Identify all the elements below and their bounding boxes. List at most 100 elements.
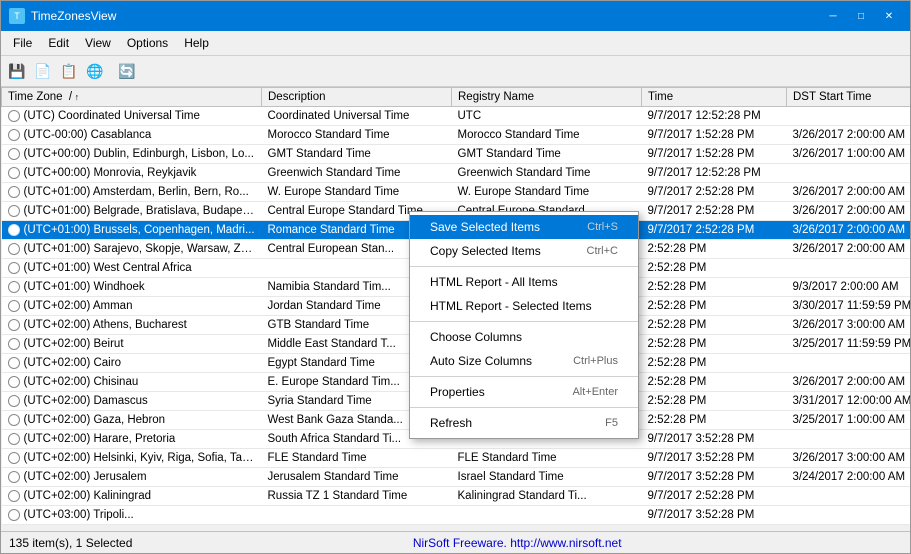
tz-clock-icon xyxy=(8,129,20,141)
context-menu-item[interactable]: Copy Selected Items Ctrl+C xyxy=(410,239,638,263)
maximize-button[interactable]: □ xyxy=(848,7,874,25)
cell-dst: 3/25/2017 11:59:59 PM xyxy=(787,335,911,354)
cell-reg: Morocco Standard Time xyxy=(452,126,642,145)
tz-clock-icon xyxy=(8,509,20,521)
cell-tz: (UTC+01:00) Brussels, Copenhagen, Madri.… xyxy=(2,221,262,240)
cell-dst: 3/26/2017 2:00:00 AM xyxy=(787,183,911,202)
col-header-time[interactable]: Time xyxy=(642,88,787,107)
col-header-tz[interactable]: Time Zone / xyxy=(2,88,262,107)
cell-dst: 3/26/2017 2:00:00 AM xyxy=(787,126,911,145)
table-row[interactable]: (UTC+01:00) Amsterdam, Berlin, Bern, Ro.… xyxy=(2,183,911,202)
cell-time: 2:52:28 PM xyxy=(642,373,787,392)
context-menu-item[interactable]: Auto Size ColumnsCtrl+Plus xyxy=(410,349,638,373)
cell-tz: (UTC+02:00) Amman xyxy=(2,297,262,316)
col-header-desc[interactable]: Description xyxy=(262,88,452,107)
close-button[interactable]: ✕ xyxy=(876,7,902,25)
cell-tz: (UTC+02:00) Gaza, Hebron xyxy=(2,411,262,430)
toolbar: 💾 📄 📋 🌐 🔄 xyxy=(1,56,910,87)
toolbar-save[interactable]: 💾 xyxy=(5,59,29,83)
cell-tz: (UTC+03:00) Tripoli... xyxy=(2,506,262,525)
tz-clock-icon xyxy=(8,490,20,502)
cell-tz: (UTC+02:00) Helsinki, Kyiv, Riga, Sofia,… xyxy=(2,449,262,468)
tz-clock-icon xyxy=(8,148,20,160)
cell-dst: 3/31/2017 12:00:00 AM xyxy=(787,392,911,411)
tz-clock-icon xyxy=(8,205,20,217)
cell-time: 2:52:28 PM xyxy=(642,411,787,430)
cell-dst: 3/24/2017 2:00:00 AM xyxy=(787,468,911,487)
cell-dst: 3/26/2017 3:00:00 AM xyxy=(787,316,911,335)
tz-clock-icon xyxy=(8,110,20,122)
context-menu-item[interactable]: HTML Report - Selected Items xyxy=(410,294,638,318)
cell-reg: FLE Standard Time xyxy=(452,449,642,468)
table-row[interactable]: (UTC+02:00) JerusalemJerusalem Standard … xyxy=(2,468,911,487)
context-menu-item[interactable]: HTML Report - All Items xyxy=(410,270,638,294)
context-menu-item-label: Refresh xyxy=(430,416,472,430)
cell-time: 2:52:28 PM xyxy=(642,259,787,278)
cell-dst: 3/26/2017 2:00:00 AM xyxy=(787,373,911,392)
col-header-reg[interactable]: Registry Name xyxy=(452,88,642,107)
cell-dst: 3/25/2017 1:00:00 AM xyxy=(787,411,911,430)
cell-time: 2:52:28 PM xyxy=(642,335,787,354)
table-row[interactable]: (UTC-00:00) CasablancaMorocco Standard T… xyxy=(2,126,911,145)
toolbar-open[interactable]: 📄 xyxy=(31,59,55,83)
cell-dst: 3/26/2017 2:00:00 AM xyxy=(787,240,911,259)
menu-help[interactable]: Help xyxy=(176,33,217,53)
cell-time: 2:52:28 PM xyxy=(642,354,787,373)
tz-clock-icon xyxy=(8,281,20,293)
context-menu-item[interactable]: Refresh F5 xyxy=(410,411,638,435)
context-menu-item-label: HTML Report - All Items xyxy=(430,275,558,289)
cell-tz: (UTC+02:00) Jerusalem xyxy=(2,468,262,487)
cell-desc: FLE Standard Time xyxy=(262,449,452,468)
table-row[interactable]: (UTC+00:00) Dublin, Edinburgh, Lisbon, L… xyxy=(2,145,911,164)
context-menu-separator xyxy=(410,376,638,377)
cell-time: 9/7/2017 1:52:28 PM xyxy=(642,126,787,145)
cell-reg: W. Europe Standard Time xyxy=(452,183,642,202)
cell-reg: UTC xyxy=(452,107,642,126)
table-row[interactable]: (UTC+03:00) Tripoli...9/7/2017 3:52:28 P… xyxy=(2,506,911,525)
cell-time: 9/7/2017 2:52:28 PM xyxy=(642,202,787,221)
table-row[interactable]: (UTC+00:00) Monrovia, ReykjavikGreenwich… xyxy=(2,164,911,183)
cell-time: 2:52:28 PM xyxy=(642,392,787,411)
menu-view[interactable]: View xyxy=(77,33,119,53)
cell-reg: GMT Standard Time xyxy=(452,145,642,164)
context-menu-item-shortcut: F5 xyxy=(605,417,618,429)
cell-desc xyxy=(262,506,452,525)
cell-dst xyxy=(787,506,911,525)
context-menu-item-label: Properties xyxy=(430,385,485,399)
context-menu-item[interactable]: Save Selected ItemsCtrl+S xyxy=(410,215,638,239)
menu-edit[interactable]: Edit xyxy=(40,33,77,53)
cell-time: 9/7/2017 2:52:28 PM xyxy=(642,221,787,240)
cell-dst xyxy=(787,107,911,126)
toolbar-refresh[interactable]: 🔄 xyxy=(115,59,139,83)
context-menu-item[interactable]: Choose Columns xyxy=(410,325,638,349)
tz-clock-icon xyxy=(8,319,20,331)
toolbar-html[interactable]: 🌐 xyxy=(83,59,107,83)
context-menu-item[interactable]: PropertiesAlt+Enter xyxy=(410,380,638,404)
context-menu-item-shortcut: Ctrl+C xyxy=(587,245,618,257)
cell-dst xyxy=(787,430,911,449)
cell-tz: (UTC+01:00) Sarajevo, Skopje, Warsaw, Za… xyxy=(2,240,262,259)
tz-clock-icon xyxy=(8,452,20,464)
cell-time: 2:52:28 PM xyxy=(642,278,787,297)
tz-clock-icon xyxy=(8,224,20,236)
cell-reg: Israel Standard Time xyxy=(452,468,642,487)
title-bar: T TimeZonesView ─ □ ✕ xyxy=(1,1,910,31)
table-row[interactable]: (UTC+02:00) KaliningradRussia TZ 1 Stand… xyxy=(2,487,911,506)
tz-clock-icon xyxy=(8,471,20,483)
context-menu-item-label: Copy Selected Items xyxy=(430,244,541,258)
cell-tz: (UTC+01:00) Windhoek xyxy=(2,278,262,297)
menu-options[interactable]: Options xyxy=(119,33,176,53)
col-header-dst[interactable]: DST Start Time xyxy=(787,88,911,107)
cell-reg: Greenwich Standard Time xyxy=(452,164,642,183)
cell-desc: Morocco Standard Time xyxy=(262,126,452,145)
minimize-button[interactable]: ─ xyxy=(820,7,846,25)
table-row[interactable]: (UTC) Coordinated Universal TimeCoordina… xyxy=(2,107,911,126)
cell-time: 9/7/2017 12:52:28 PM xyxy=(642,107,787,126)
cell-desc: W. Europe Standard Time xyxy=(262,183,452,202)
toolbar-copy[interactable]: 📋 xyxy=(57,59,81,83)
tz-clock-icon xyxy=(8,262,20,274)
menu-file[interactable]: File xyxy=(5,33,40,53)
tz-clock-icon xyxy=(8,376,20,388)
context-menu-item-shortcut: Ctrl+S xyxy=(587,221,618,233)
table-row[interactable]: (UTC+02:00) Helsinki, Kyiv, Riga, Sofia,… xyxy=(2,449,911,468)
